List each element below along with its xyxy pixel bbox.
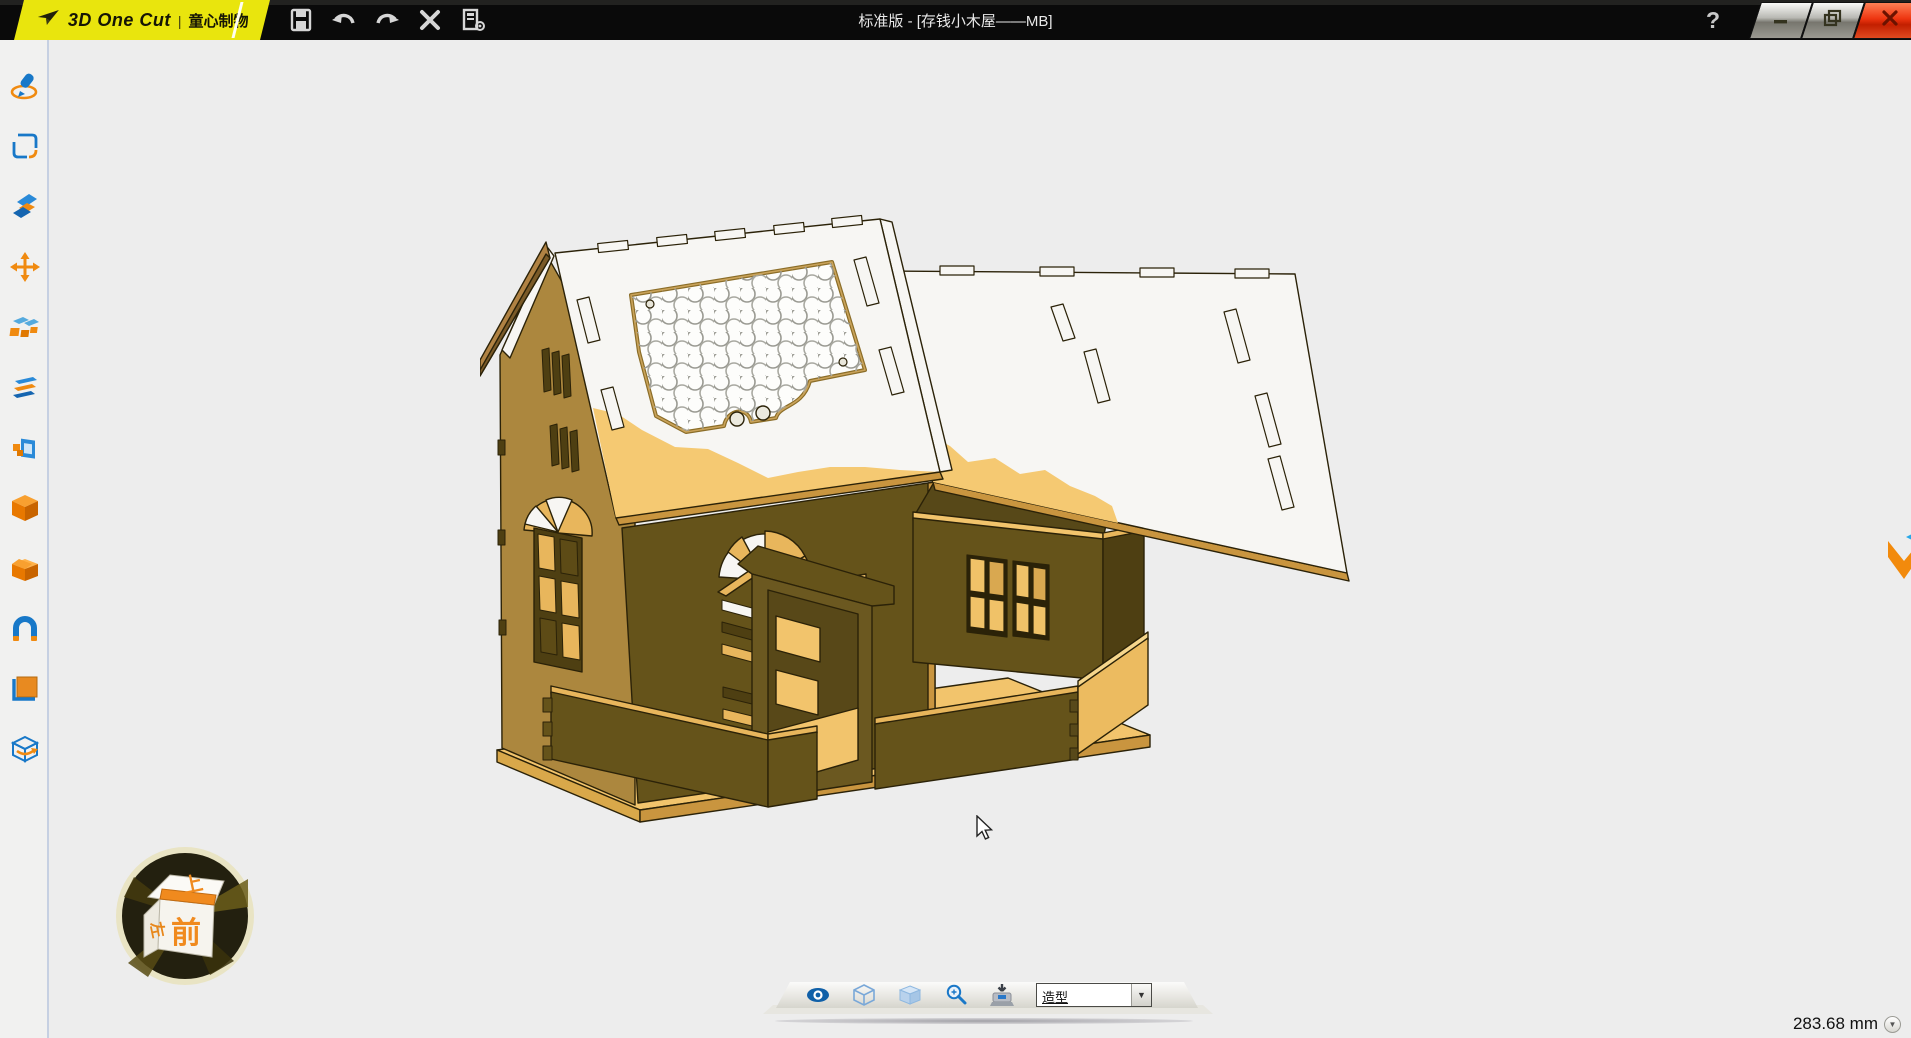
eye-icon	[806, 987, 830, 1003]
paper-plane-icon	[37, 9, 61, 32]
close-icon	[1880, 9, 1900, 32]
sidebar-tool-layers[interactable]	[8, 371, 42, 405]
status-bar: 283.68 mm ▼	[1793, 1014, 1901, 1034]
app-window: 3D One Cut | 童心制物 标准版 - [存钱小木屋——MB]	[0, 0, 1911, 1038]
house-model-render	[480, 200, 1370, 845]
brand-name: 3D One Cut	[68, 10, 171, 31]
dock-shadow	[775, 1018, 1193, 1024]
redo-arrow-icon	[373, 7, 401, 33]
sidebar-tool-move[interactable]	[8, 250, 42, 284]
pen-orbit-icon	[9, 69, 41, 101]
sheet-corner-icon	[9, 673, 41, 705]
view-dock-toolbar: 造型 ▼	[776, 982, 1198, 1008]
layers-icon	[9, 372, 41, 404]
measurement-readout: 283.68 mm	[1793, 1014, 1878, 1034]
x-icon	[417, 7, 443, 33]
viewcube-front-face[interactable]: 前	[171, 917, 201, 950]
restore-icon	[1823, 9, 1843, 32]
engraver-icon	[990, 983, 1014, 1007]
window-controls	[1755, 2, 1911, 39]
left-tool-sidebar	[0, 40, 49, 1038]
quick-action-toolbar	[286, 4, 488, 36]
sidebar-tool-auto-layout[interactable]	[8, 310, 42, 344]
send-to-machine-button[interactable]	[990, 984, 1014, 1006]
shaded-cube-icon	[899, 985, 921, 1005]
sidebar-tool-import-model[interactable]	[8, 431, 42, 465]
display-mode-dropdown[interactable]: 造型 ▼	[1036, 983, 1152, 1007]
sidebar-tool-snap-magnet[interactable]	[8, 612, 42, 646]
nesting-blocks-icon	[9, 311, 41, 343]
model-book-icon	[9, 432, 41, 464]
view-cube-widget[interactable]: 前 上 左	[114, 845, 256, 987]
close-document-button[interactable]	[415, 5, 445, 35]
export-device-button[interactable]	[458, 5, 488, 35]
rounded-rect-icon	[9, 130, 41, 162]
floppy-disk-icon	[288, 7, 314, 33]
undo-arrow-icon	[330, 7, 358, 33]
wireframe-view-button[interactable]	[852, 984, 876, 1006]
redo-button[interactable]	[372, 5, 402, 35]
zoom-button[interactable]	[944, 984, 968, 1006]
save-button[interactable]	[286, 5, 316, 35]
display-mode-value: 造型	[1037, 984, 1131, 1006]
minimize-icon	[1772, 11, 1790, 30]
brand-divider: |	[178, 12, 182, 28]
stacked-planes-icon	[9, 190, 41, 222]
sidebar-tool-solid-box[interactable]	[8, 491, 42, 525]
sidebar-tool-package[interactable]	[8, 551, 42, 585]
title-bar: 3D One Cut | 童心制物 标准版 - [存钱小木屋——MB]	[0, 0, 1911, 40]
open-box-icon	[9, 552, 41, 584]
visibility-button[interactable]	[806, 984, 830, 1006]
flag-arrow-icon	[1888, 527, 1911, 587]
measurement-dropdown-button[interactable]: ▼	[1884, 1016, 1901, 1033]
printer-export-icon	[459, 7, 487, 33]
move-cross-icon	[9, 251, 41, 283]
magnifier-icon	[945, 984, 967, 1006]
shaded-view-button[interactable]	[898, 984, 922, 1006]
help-button[interactable]: ?	[1698, 4, 1728, 36]
magnet-icon	[9, 613, 41, 645]
chevron-down-icon[interactable]: ▼	[1131, 984, 1151, 1006]
sidebar-tool-sketch[interactable]	[8, 68, 42, 102]
undo-button[interactable]	[329, 5, 359, 35]
collapsed-panel-flag[interactable]	[1888, 527, 1911, 587]
sidebar-tool-view-cube[interactable]	[8, 732, 42, 766]
model-viewport[interactable]: 前 上 左 造型 ▼	[51, 40, 1911, 1038]
rotate-cube-icon	[9, 733, 41, 765]
sidebar-tool-sketch-shape[interactable]	[8, 129, 42, 163]
sidebar-tool-surface[interactable]	[8, 189, 42, 223]
sidebar-tool-material-sheet[interactable]	[8, 672, 42, 706]
wireframe-cube-icon	[853, 984, 875, 1006]
orange-cube-icon	[9, 492, 41, 524]
